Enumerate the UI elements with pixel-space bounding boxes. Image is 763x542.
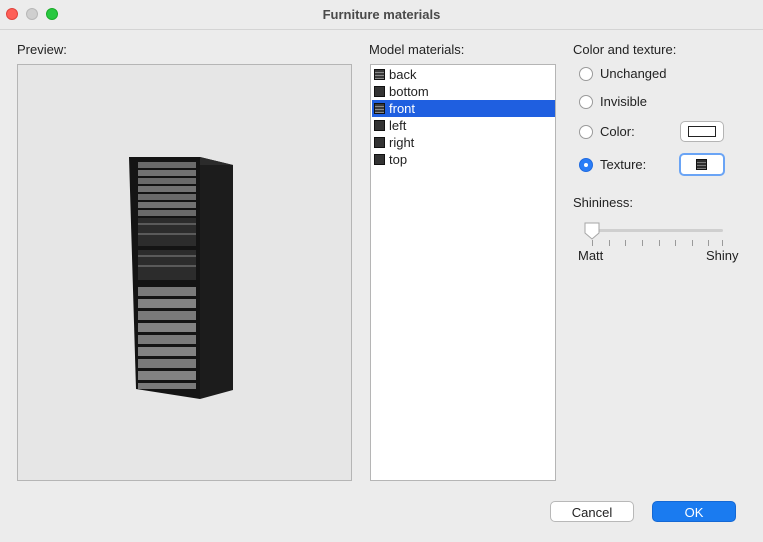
shininess-max-label: Shiny [706,248,739,263]
material-label: bottom [389,84,429,99]
title-bar: Furniture materials [0,0,763,30]
material-label: front [389,101,416,116]
shininess-slider-thumb[interactable] [584,222,600,240]
color-label: Color: [600,124,635,139]
color-swatch-icon [374,120,385,131]
color-swatch-icon [374,137,385,148]
texture-swatch-button[interactable] [679,153,725,176]
slider-tick [722,240,723,246]
color-preview-swatch [688,126,716,137]
preview-label: Preview: [17,42,67,57]
shininess-slider-track[interactable] [587,229,723,232]
texture-swatch-icon [374,103,385,114]
server-units [138,162,196,389]
material-item-front[interactable]: front [372,100,555,117]
material-label: top [389,152,408,167]
texture-label: Texture: [600,157,647,172]
slider-tick [609,240,610,246]
slider-tick [692,240,693,246]
color-and-texture-label: Color and texture: [573,42,677,57]
ok-button[interactable]: OK [652,501,736,522]
color-swatch-icon [374,86,385,97]
preview-panel[interactable] [17,64,352,481]
slider-tick [592,240,593,246]
slider-tick [675,240,676,246]
cancel-button[interactable]: Cancel [550,501,634,522]
texture-swatch-icon [374,69,385,80]
material-item-right[interactable]: right [372,134,555,151]
model-materials-list[interactable]: back bottom front left right top [370,64,556,481]
server-rack-preview-image [129,157,233,399]
material-item-left[interactable]: left [372,117,555,134]
texture-radio[interactable] [579,158,593,172]
slider-tick [625,240,626,246]
unchanged-radio[interactable] [579,67,593,81]
unchanged-option[interactable]: Unchanged [579,66,759,86]
shininess-label: Shininess: [573,195,633,210]
color-radio[interactable] [579,125,593,139]
invisible-label: Invisible [600,94,647,109]
material-item-bottom[interactable]: bottom [372,83,555,100]
invisible-radio[interactable] [579,95,593,109]
texture-preview-icon [696,159,707,170]
shininess-min-label: Matt [578,248,604,263]
invisible-option[interactable]: Invisible [579,94,759,114]
texture-option[interactable]: Texture: [579,157,759,177]
material-label: left [389,118,407,133]
color-swatch-button[interactable] [680,121,724,142]
model-materials-label: Model materials: [369,42,465,57]
color-option[interactable]: Color: [579,124,759,144]
color-swatch-icon [374,154,385,165]
unchanged-label: Unchanged [600,66,667,81]
material-item-back[interactable]: back [372,66,555,83]
material-label: right [389,135,415,150]
slider-tick [642,240,643,246]
slider-tick [708,240,709,246]
slider-tick [659,240,660,246]
material-item-top[interactable]: top [372,151,555,168]
material-label: back [389,67,417,82]
window-title: Furniture materials [322,7,441,22]
